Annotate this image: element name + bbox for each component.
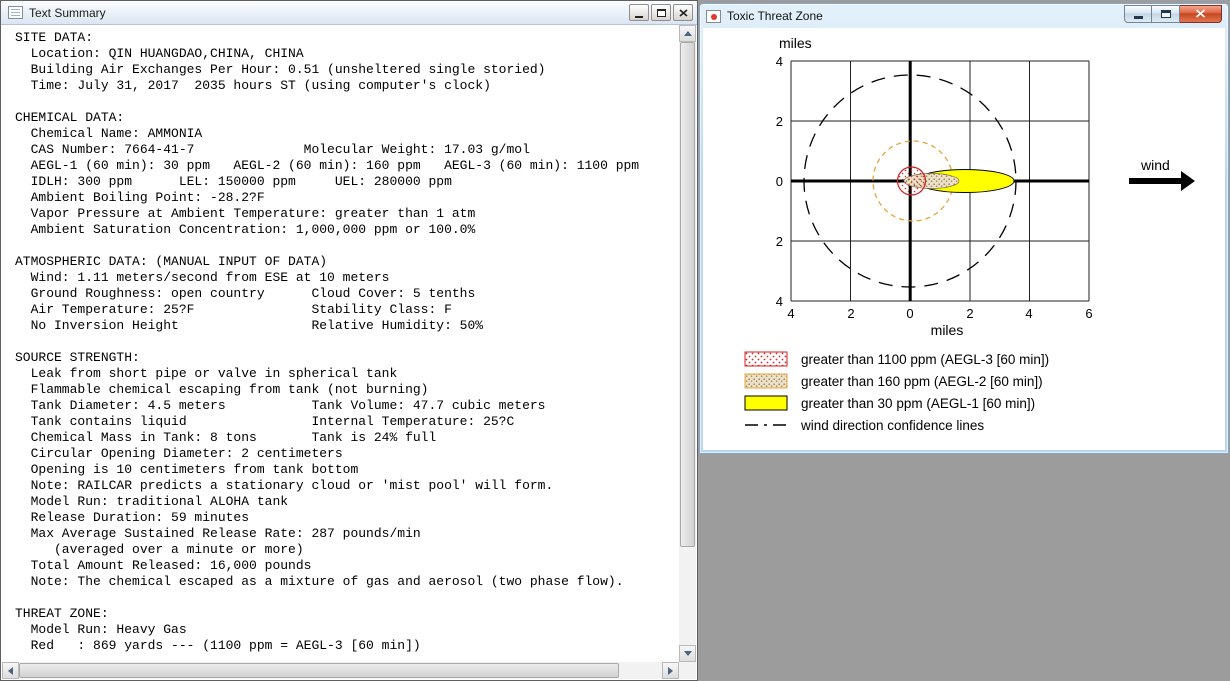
plot-legend: greater than 1100 ppm (AEGL-3 [60 min]) …	[744, 351, 1049, 433]
scroll-left-button[interactable]	[2, 662, 19, 679]
close-icon	[1195, 9, 1206, 18]
desktop: { "desktop": { "background_color": "#9c9…	[0, 0, 1230, 681]
maximize-button[interactable]	[651, 4, 671, 21]
x-axis-title: miles	[931, 322, 964, 338]
scroll-left-icon	[8, 666, 13, 675]
y-tick-label: 4	[776, 54, 783, 69]
horizontal-scrollbar[interactable]	[2, 662, 679, 679]
maximize-icon	[1160, 9, 1171, 18]
scroll-down-button[interactable]	[679, 645, 696, 662]
x-tick-label: 4	[787, 306, 794, 321]
scroll-up-button[interactable]	[679, 25, 696, 42]
scroll-down-icon	[683, 651, 692, 656]
minimize-button[interactable]	[1124, 4, 1152, 23]
legend-swatch-aegl2	[744, 373, 788, 389]
minimize-icon	[1133, 15, 1143, 19]
legend-label-confidence: wind direction confidence lines	[800, 418, 984, 433]
scroll-right-icon	[668, 666, 673, 675]
horizontal-scrollbar-thumb[interactable]	[19, 663, 619, 678]
text-summary-window-title: Text Summary	[29, 5, 106, 20]
y-axis-title: miles	[779, 35, 812, 51]
legend-label-aegl2: greater than 160 ppm (AEGL-2 [60 min])	[801, 374, 1043, 389]
threat-zone-plot-area: miles 4 2 0 2 4 4 2 0 2 4 6 miles wind g…	[703, 28, 1225, 450]
legend-label-aegl1: greater than 30 ppm (AEGL-1 [60 min])	[801, 396, 1035, 411]
y-tick-label: 2	[776, 234, 783, 249]
legend-swatch-aegl1	[744, 395, 788, 411]
x-tick-label: 2	[847, 306, 854, 321]
text-summary-window: Text Summary SITE DATA: Location: QIN HU…	[0, 0, 698, 681]
close-icon	[678, 8, 688, 17]
text-summary-content: SITE DATA: Location: QIN HUANGDAO,CHINA,…	[2, 25, 679, 662]
minimize-button[interactable]	[629, 4, 649, 21]
x-tick-label: 2	[966, 306, 973, 321]
legend-swatch-aegl3	[744, 351, 788, 367]
aegl3-red-zone	[896, 166, 927, 196]
vertical-scrollbar[interactable]	[679, 25, 696, 662]
scroll-up-icon	[683, 31, 692, 36]
text-summary-window-icon	[8, 6, 23, 19]
toxic-threat-zone-window-title: Toxic Threat Zone	[727, 9, 823, 23]
wind-arrow-icon	[1129, 171, 1195, 191]
minimize-icon	[635, 15, 643, 18]
y-tick-label: 4	[776, 294, 783, 309]
y-tick-label: 2	[776, 114, 783, 129]
x-tick-label: 4	[1025, 306, 1032, 321]
toxic-threat-zone-window-icon	[706, 9, 721, 23]
toxic-threat-zone-titlebar[interactable]: Toxic Threat Zone	[700, 4, 1228, 28]
y-tick-label: 0	[776, 174, 783, 189]
maximize-icon	[656, 8, 666, 17]
close-button[interactable]	[1180, 4, 1222, 23]
scrollbar-corner	[679, 662, 696, 679]
vertical-scrollbar-thumb[interactable]	[680, 42, 695, 547]
text-summary-titlebar[interactable]: Text Summary	[1, 1, 697, 25]
text-summary-text: SITE DATA: Location: QIN HUANGDAO,CHINA,…	[15, 30, 640, 653]
threat-zone-plot: miles 4 2 0 2 4 4 2 0 2 4 6 miles wind g…	[744, 35, 1195, 433]
maximize-button[interactable]	[1152, 4, 1180, 23]
scroll-right-button[interactable]	[662, 662, 679, 679]
x-tick-label: 0	[906, 306, 913, 321]
wind-label: wind	[1140, 157, 1170, 173]
x-tick-label: 6	[1085, 306, 1092, 321]
legend-label-aegl3: greater than 1100 ppm (AEGL-3 [60 min])	[801, 352, 1049, 367]
toxic-threat-zone-window: Toxic Threat Zone miles 4 2 0 2 4 4 2 0 …	[699, 3, 1229, 454]
close-button[interactable]	[673, 4, 693, 21]
